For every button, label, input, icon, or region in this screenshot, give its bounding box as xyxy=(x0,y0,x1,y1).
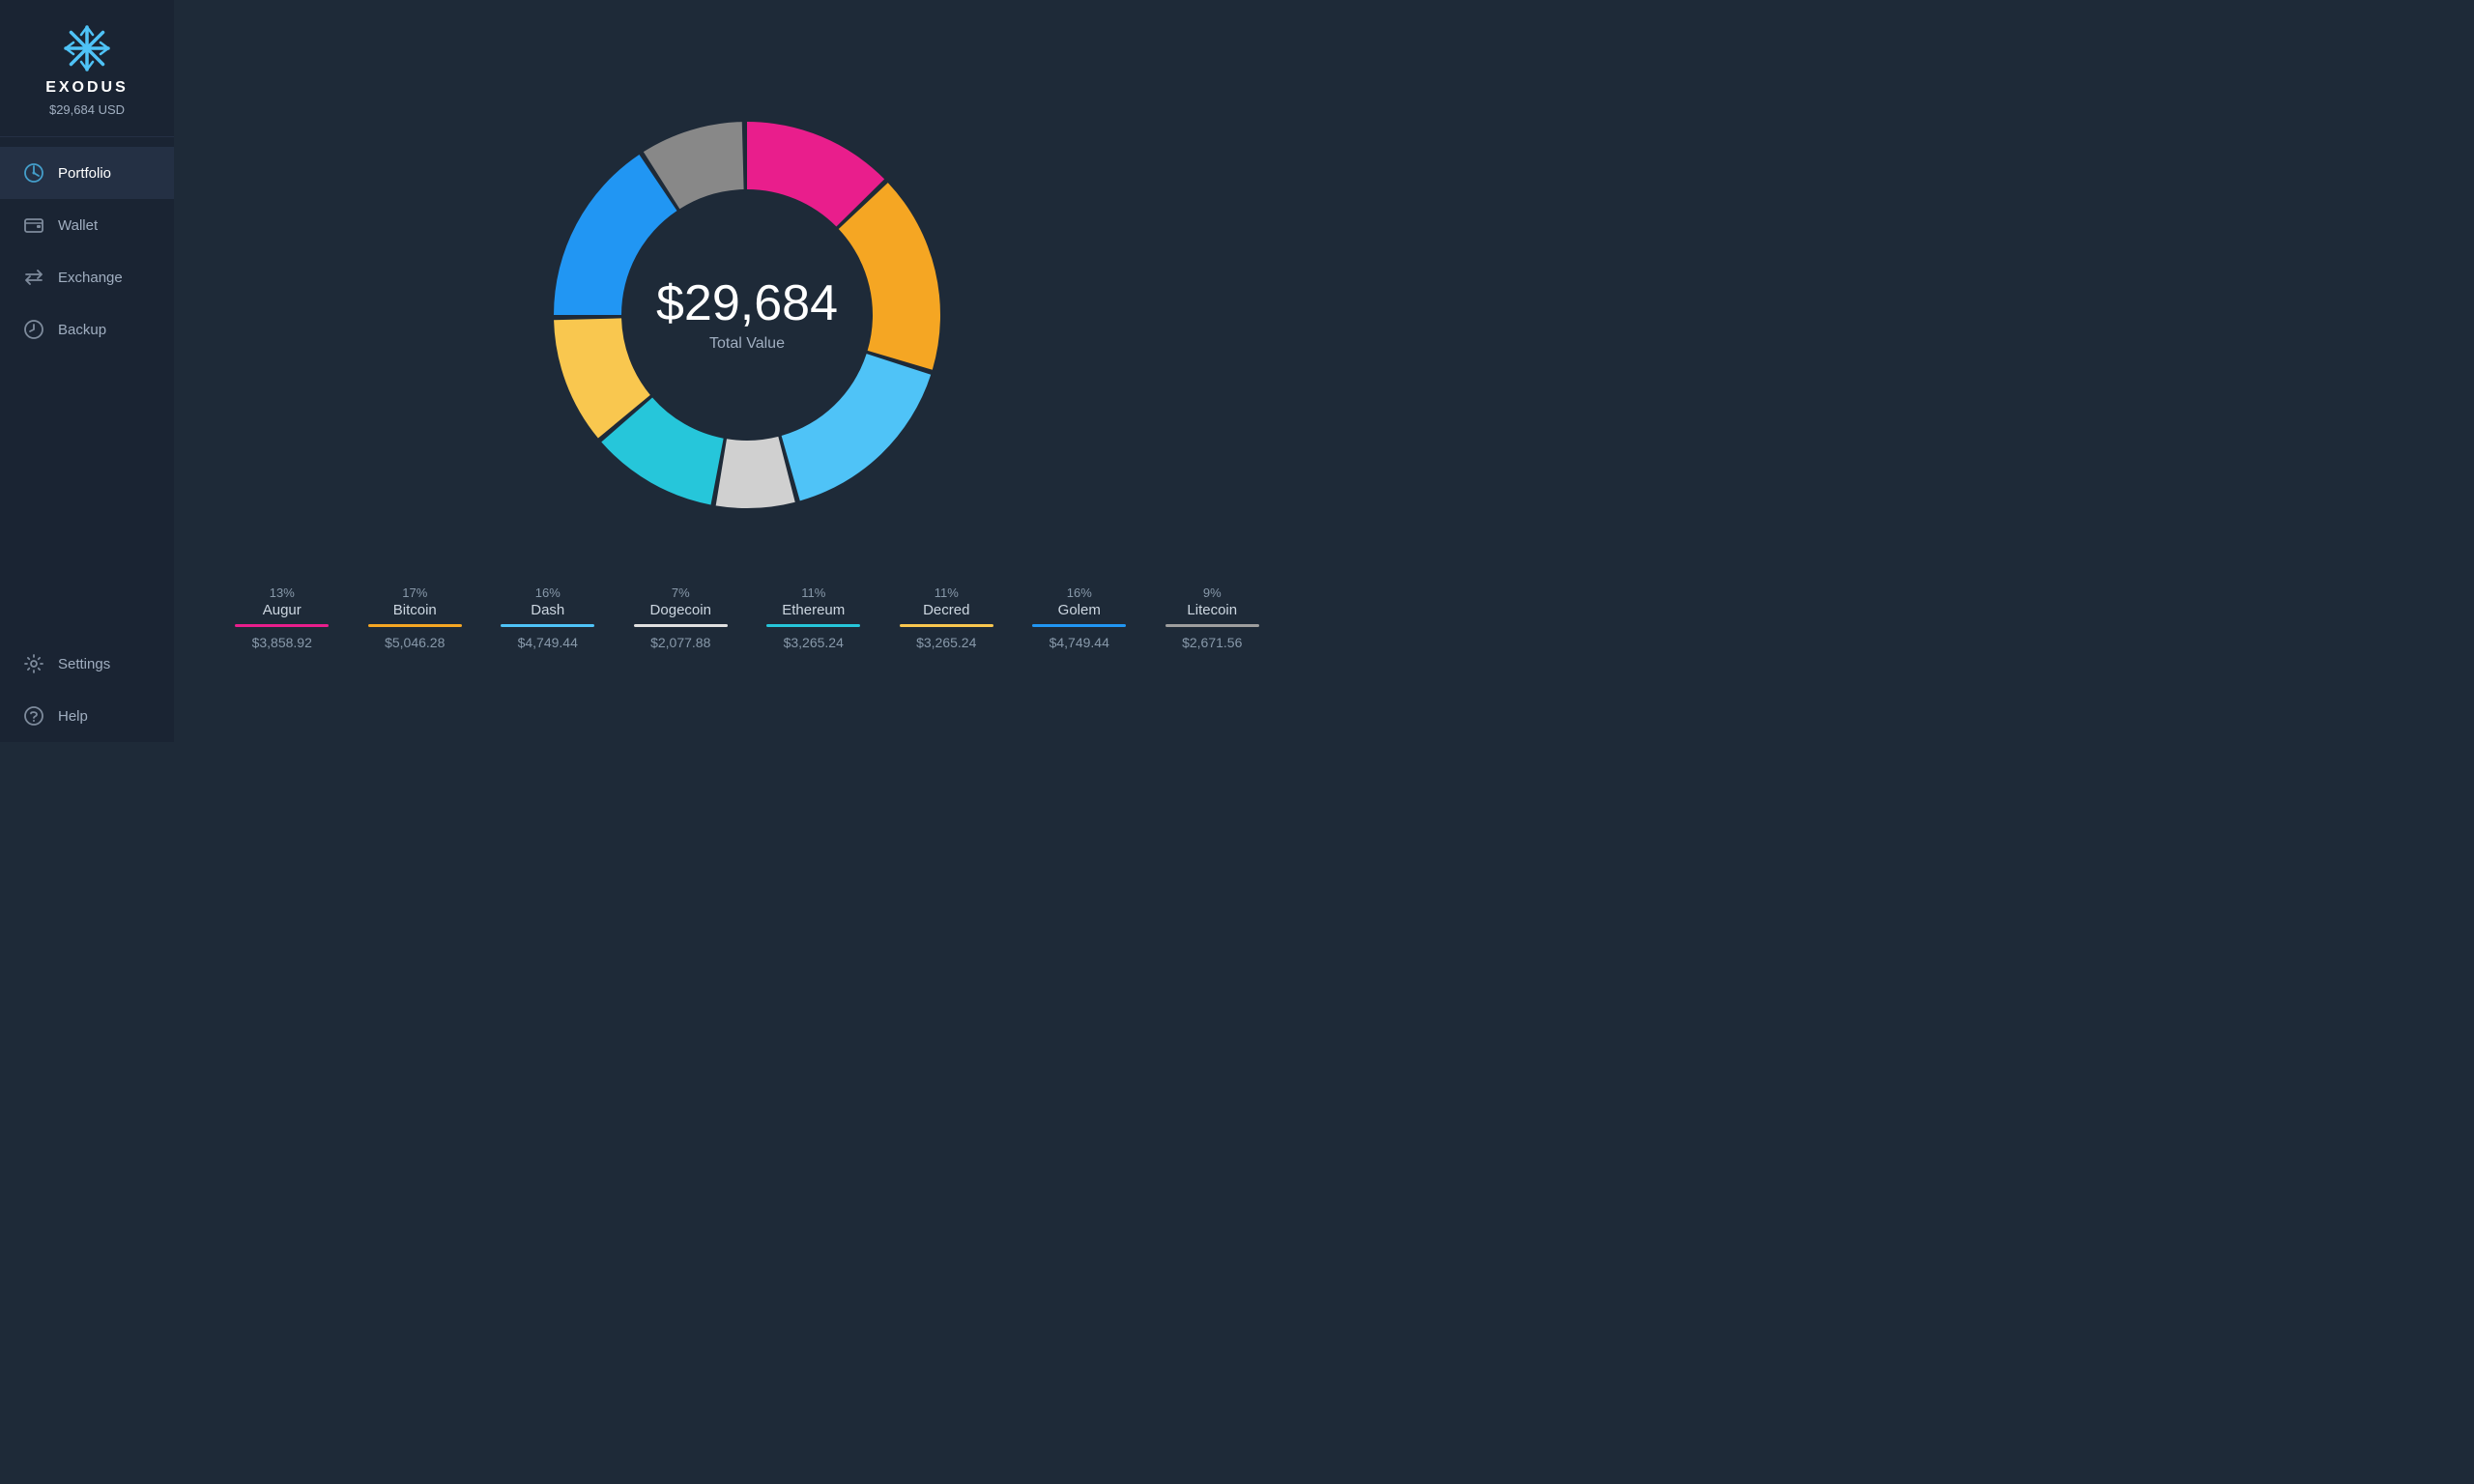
legend-pct-bitcoin: 17% xyxy=(402,585,427,600)
wallet-label: Wallet xyxy=(58,217,98,234)
portfolio-icon xyxy=(23,162,44,184)
sidebar-item-wallet[interactable]: Wallet xyxy=(0,199,174,251)
legend-bar-ethereum xyxy=(766,624,860,627)
sidebar-nav: Portfolio Wallet Exchange Backup xyxy=(0,137,174,742)
help-label: Help xyxy=(58,708,88,725)
legend-value-litecoin: $2,671.56 xyxy=(1182,635,1242,650)
exchange-label: Exchange xyxy=(58,270,123,286)
legend-pct-dash: 16% xyxy=(535,585,561,600)
legend-value-dash: $4,749.44 xyxy=(518,635,578,650)
main-content: $29,684 Total Value 13% Augur $3,858.92 … xyxy=(174,0,1320,742)
legend-item-augur: 13% Augur $3,858.92 xyxy=(216,576,349,660)
legend-name-bitcoin: Bitcoin xyxy=(393,602,437,618)
legend-pct-golem: 16% xyxy=(1067,585,1092,600)
legend-bar-dogecoin xyxy=(634,624,728,627)
legend-value-bitcoin: $5,046.28 xyxy=(385,635,445,650)
legend-name-decred: Decred xyxy=(923,602,969,618)
exodus-logo-icon xyxy=(62,23,112,73)
backup-icon xyxy=(23,319,44,340)
legend-item-litecoin: 9% Litecoin $2,671.56 xyxy=(1146,576,1280,660)
legend-value-augur: $3,858.92 xyxy=(252,635,312,650)
sidebar-item-backup[interactable]: Backup xyxy=(0,303,174,356)
sidebar-logo: EXODUS $29,684 USD xyxy=(0,0,174,137)
legend-pct-litecoin: 9% xyxy=(1203,585,1222,600)
sidebar-item-portfolio[interactable]: Portfolio xyxy=(0,147,174,199)
legend-name-ethereum: Ethereum xyxy=(782,602,845,618)
legend-name-augur: Augur xyxy=(263,602,302,618)
legend-name-litecoin: Litecoin xyxy=(1187,602,1237,618)
legend-name-golem: Golem xyxy=(1058,602,1101,618)
help-icon xyxy=(23,705,44,727)
total-usd-header: $29,684 USD xyxy=(49,102,125,117)
legend-bar-golem xyxy=(1032,624,1126,627)
legend-name-dash: Dash xyxy=(531,602,564,618)
legend-item-dash: 16% Dash $4,749.44 xyxy=(481,576,615,660)
legend-value-dogecoin: $2,077.88 xyxy=(650,635,710,650)
backup-label: Backup xyxy=(58,322,106,338)
chart-total-label: Total Value xyxy=(656,335,838,353)
legend-item-bitcoin: 17% Bitcoin $5,046.28 xyxy=(349,576,482,660)
legend-bar-litecoin xyxy=(1165,624,1259,627)
legend-value-ethereum: $3,265.24 xyxy=(784,635,844,650)
portfolio-chart: $29,684 Total Value xyxy=(515,83,979,547)
legend-pct-ethereum: 11% xyxy=(801,585,825,600)
legend-value-decred: $3,265.24 xyxy=(916,635,976,650)
exchange-icon xyxy=(23,267,44,288)
app-name: EXODUS xyxy=(45,79,129,97)
legend-item-dogecoin: 7% Dogecoin $2,077.88 xyxy=(615,576,748,660)
legend-name-dogecoin: Dogecoin xyxy=(650,602,711,618)
legend-bar-bitcoin xyxy=(368,624,462,627)
legend-pct-decred: 11% xyxy=(935,585,959,600)
legend-bar-augur xyxy=(235,624,329,627)
chart-total-value: $29,684 xyxy=(656,276,838,331)
legend-bar-decred xyxy=(900,624,993,627)
sidebar-item-exchange[interactable]: Exchange xyxy=(0,251,174,303)
chart-center: $29,684 Total Value xyxy=(656,276,838,353)
legend-pct-dogecoin: 7% xyxy=(672,585,690,600)
legend-item-decred: 11% Decred $3,265.24 xyxy=(880,576,1014,660)
legend-value-golem: $4,749.44 xyxy=(1050,635,1109,650)
sidebar-item-settings[interactable]: Settings xyxy=(0,638,174,690)
settings-icon xyxy=(23,653,44,674)
sidebar: EXODUS $29,684 USD Portfolio Wallet xyxy=(0,0,174,742)
settings-label: Settings xyxy=(58,656,110,672)
portfolio-label: Portfolio xyxy=(58,165,111,182)
legend-pct-augur: 13% xyxy=(270,585,295,600)
wallet-icon xyxy=(23,214,44,236)
legend: 13% Augur $3,858.92 17% Bitcoin $5,046.2… xyxy=(216,576,1279,660)
legend-item-golem: 16% Golem $4,749.44 xyxy=(1013,576,1146,660)
legend-item-ethereum: 11% Ethereum $3,265.24 xyxy=(747,576,880,660)
sidebar-item-help[interactable]: Help xyxy=(0,690,174,742)
legend-bar-dash xyxy=(501,624,594,627)
